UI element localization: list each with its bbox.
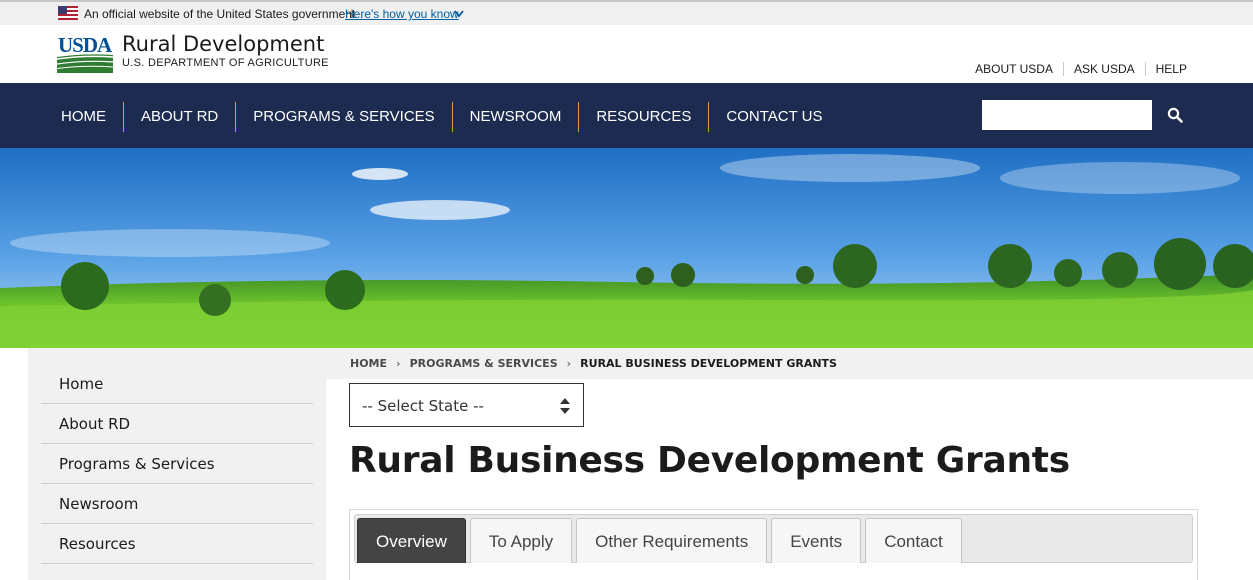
sidebar-item-programs-services[interactable]: Programs & Services <box>41 444 313 484</box>
nav-item-about-rd[interactable]: ABOUT RD <box>123 102 235 132</box>
help-link[interactable]: HELP <box>1144 62 1197 76</box>
state-select-value: -- Select State -- <box>362 397 484 415</box>
breadcrumb-separator-icon: › <box>566 357 572 370</box>
nav-item-home[interactable]: HOME <box>44 102 123 132</box>
select-arrows-icon <box>560 398 570 414</box>
sidebar-item-resources[interactable]: Resources <box>41 524 313 564</box>
utility-links: ABOUT USDA ASK USDA HELP <box>965 62 1197 76</box>
gov-banner-text: An official website of the United States… <box>84 7 356 21</box>
site-header: USDA Rural Development U.S. DEPARTMENT O… <box>0 25 1253 83</box>
nav-item-programs-services[interactable]: PROGRAMS & SERVICES <box>235 102 451 132</box>
sidebar-nav: Home About RD Programs & Services Newsro… <box>41 364 313 564</box>
tab-list: Overview To Apply Other Requirements Eve… <box>357 518 966 563</box>
breadcrumb-separator-icon: › <box>396 357 401 370</box>
nav-item-resources[interactable]: RESOURCES <box>578 102 708 132</box>
how-you-know-link[interactable]: Here's how you know <box>345 7 459 21</box>
breadcrumb: HOME › PROGRAMS & SERVICES › RURAL BUSIN… <box>350 357 837 370</box>
sidebar-item-about-rd[interactable]: About RD <box>41 404 313 444</box>
hero-landscape-image <box>0 148 1253 348</box>
state-select[interactable]: -- Select State -- <box>349 383 584 427</box>
nav-item-contact-us[interactable]: CONTACT US <box>708 102 839 132</box>
site-name[interactable]: Rural Development <box>122 32 324 56</box>
search-button[interactable] <box>1153 99 1197 131</box>
ask-usda-link[interactable]: ASK USDA <box>1062 62 1145 76</box>
breadcrumb-home[interactable]: HOME <box>350 357 387 370</box>
search-icon <box>1167 107 1183 123</box>
tab-overview[interactable]: Overview <box>357 518 466 563</box>
tab-to-apply[interactable]: To Apply <box>469 518 573 563</box>
search-input[interactable] <box>981 99 1153 131</box>
us-flag-icon <box>58 6 78 20</box>
sidebar-item-home[interactable]: Home <box>41 364 313 404</box>
tab-other-requirements[interactable]: Other Requirements <box>576 518 768 563</box>
nav-item-newsroom[interactable]: NEWSROOM <box>451 102 579 132</box>
about-usda-link[interactable]: ABOUT USDA <box>965 62 1063 76</box>
tab-contact[interactable]: Contact <box>865 518 962 563</box>
breadcrumb-current: RURAL BUSINESS DEVELOPMENT GRANTS <box>580 357 837 370</box>
breadcrumb-programs-services[interactable]: PROGRAMS & SERVICES <box>410 357 558 370</box>
chevron-down-icon[interactable] <box>453 9 465 19</box>
main-nav: HOME ABOUT RD PROGRAMS & SERVICES NEWSRO… <box>0 83 1253 148</box>
sidebar-item-newsroom[interactable]: Newsroom <box>41 484 313 524</box>
page-title: Rural Business Development Grants <box>349 440 1070 481</box>
usda-logo-text: USDA <box>58 33 113 57</box>
site-subtitle: U.S. DEPARTMENT OF AGRICULTURE <box>122 57 329 69</box>
tab-events[interactable]: Events <box>771 518 862 563</box>
gov-banner: An official website of the United States… <box>0 0 1253 25</box>
usda-logo[interactable]: USDA <box>57 33 113 73</box>
